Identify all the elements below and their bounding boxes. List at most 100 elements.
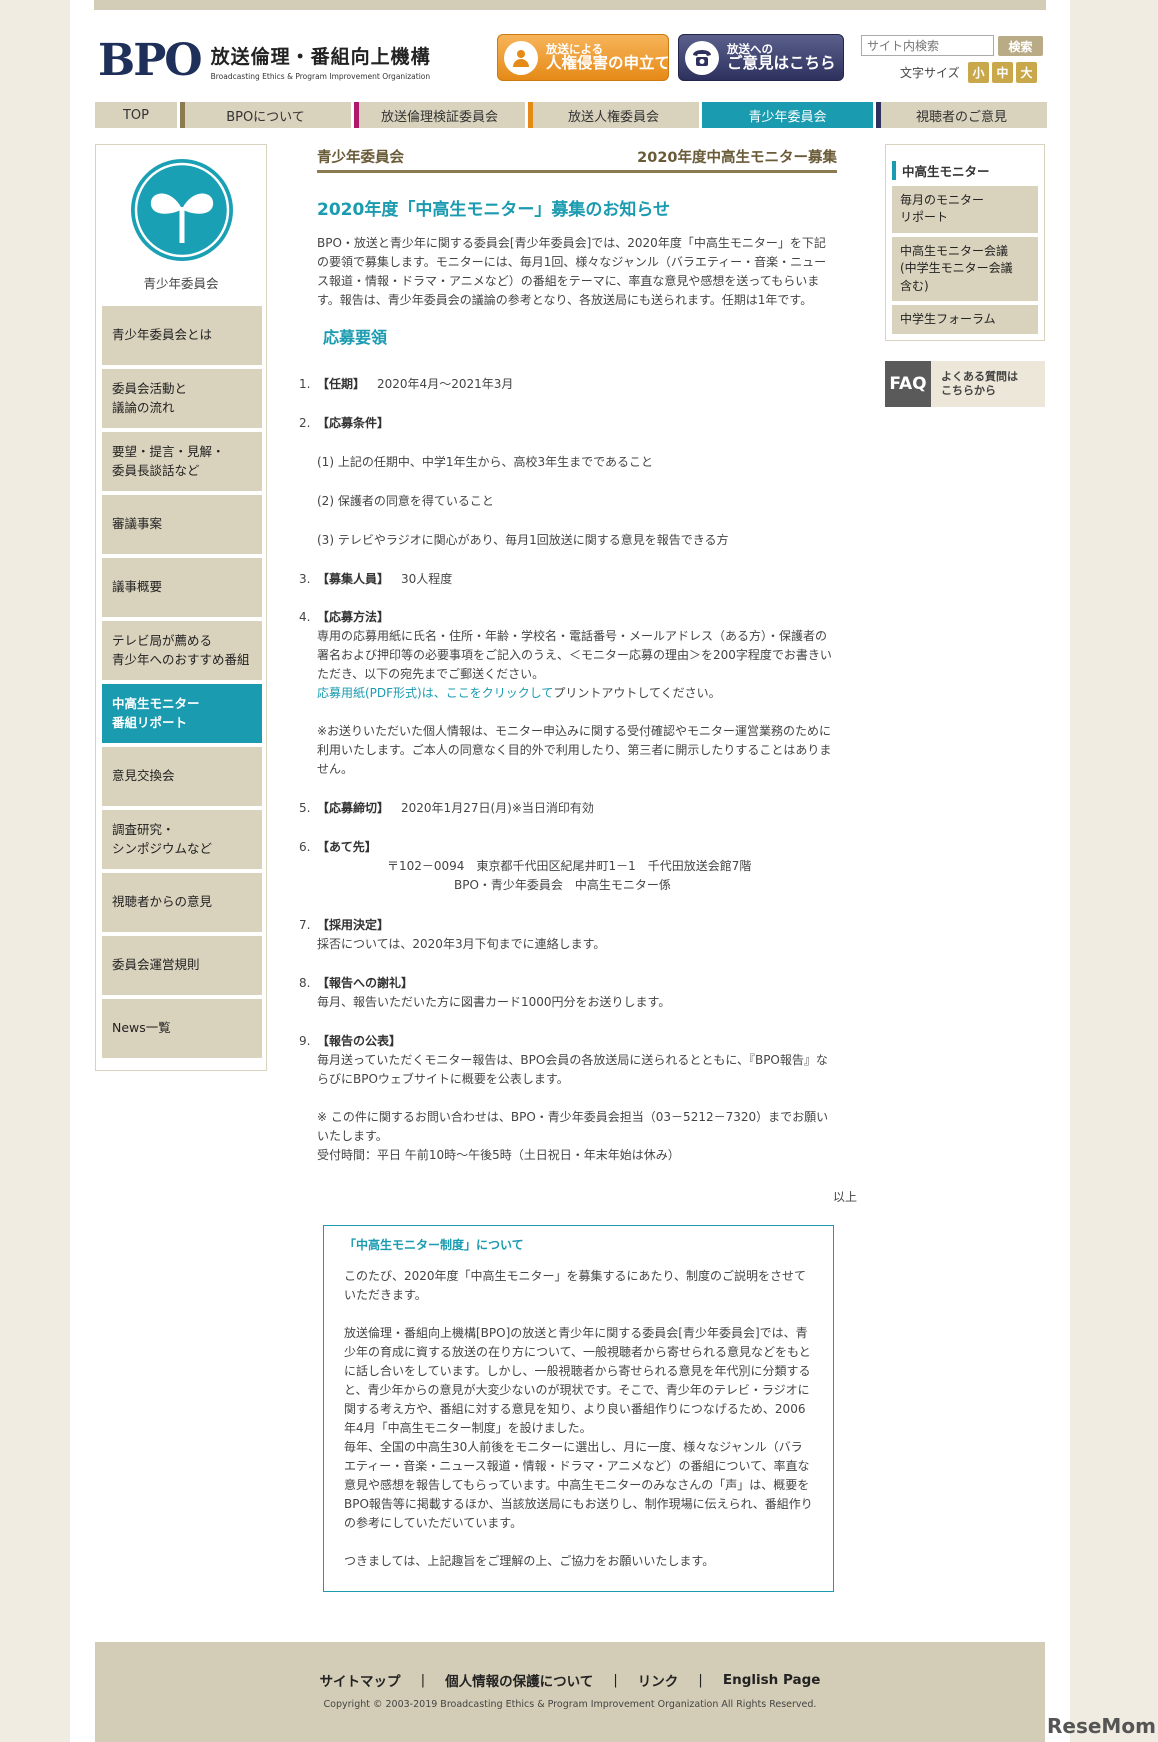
footer-link-sitemap[interactable]: サイトマップ	[320, 1670, 401, 1690]
top-bar	[94, 0, 1046, 10]
right-item-monthly-reports[interactable]: 毎月のモニター リポート	[892, 186, 1038, 233]
item-selection: 7. 【採用決定】 採否については、2020年3月下旬までに連絡します。	[299, 916, 859, 954]
font-size-large-button[interactable]: 大	[1016, 62, 1037, 83]
item-label: 【応募条件】	[317, 416, 390, 430]
item-label: 【募集人員】	[317, 572, 390, 586]
sidebar-item-exchange-meetings[interactable]: 意見交換会	[102, 747, 262, 806]
item-number: 3.	[299, 572, 311, 586]
item-number: 7.	[299, 918, 311, 932]
site-search-input[interactable]	[861, 35, 994, 56]
sidebar-item-minutes[interactable]: 議事概要	[102, 558, 262, 617]
item-capacity: 3. 【募集人員】 30人程度	[299, 570, 859, 589]
footer-link-privacy[interactable]: 個人情報の保護について	[445, 1670, 593, 1690]
address-line-1: 〒102－0094 東京都千代田区紀尾井町1－1 千代田放送会館7階	[387, 859, 752, 873]
item-label: 【採用決定】	[317, 918, 390, 932]
nav-color-bar	[354, 102, 359, 128]
footer-link-links[interactable]: リンク	[638, 1670, 679, 1690]
item-value: 30人程度	[401, 572, 453, 586]
condition-2: (2) 保護者の同意を得ていること	[317, 494, 494, 508]
sidebar-item-rules[interactable]: 委員会運営規則	[102, 936, 262, 995]
application-form-pdf-link[interactable]: 応募用紙(PDF形式)は、ここをクリックして	[317, 686, 553, 700]
human-rights-complaint-text: 放送による 人権侵害の申立て	[546, 43, 668, 73]
footer-link-english[interactable]: English Page	[723, 1672, 821, 1688]
footer: サイトマップ | 個人情報の保護について | リンク | English Pag…	[95, 1642, 1045, 1742]
nav-viewer-opinions[interactable]: 視聴者のご意見	[876, 102, 1047, 128]
item-body: 毎月送っていただくモニター報告は、BPO会員の各放送局に送られるとともに、『BP…	[317, 1053, 828, 1086]
item-body: 専用の応募用紙に氏名・住所・年齢・学校名・電話番号・メールアドレス（ある方）・保…	[317, 629, 832, 681]
left-sidebar: 青少年委員会 青少年委員会とは 委員会活動と 議論の流れ 要望・提言・見解・ 委…	[95, 144, 267, 1071]
faq-banner[interactable]: FAQ よくある質問は こちらから	[885, 361, 1045, 408]
nav-ethics-committee[interactable]: 放送倫理検証委員会	[354, 102, 525, 128]
footer-separator: |	[613, 1672, 618, 1688]
item-deadline: 5. 【応募締切】 2020年1月27日(月)※当日消印有効	[299, 799, 859, 818]
font-size-medium-button[interactable]: 中	[992, 62, 1013, 83]
nav-about-bpo[interactable]: BPOについて	[180, 102, 351, 128]
copyright: Copyright © 2003-2019 Broadcasting Ethic…	[323, 1699, 817, 1710]
opinion-button[interactable]: 放送への ご意見はこちら	[678, 34, 844, 81]
logo-text: 放送倫理・番組向上機構 Broadcasting Ethics & Progra…	[211, 42, 431, 81]
sidebar-item-news[interactable]: News一覧	[102, 999, 262, 1058]
monitor-menu: 中高生モニター 毎月のモニター リポート 中高生モニター会議 (中学生モニター会…	[885, 144, 1045, 342]
nav-human-rights-committee-label: 放送人権委員会	[567, 109, 659, 125]
footer-separator: |	[420, 1672, 426, 1688]
sidebar-item-requests-proposals[interactable]: 要望・提言・見解・ 委員長談話など	[102, 432, 262, 491]
office-hours: 受付時間：平日 午前10時～午後5時（土日祝日・年末年始は休み）	[317, 1148, 680, 1162]
item-number: 4.	[299, 610, 311, 624]
lead-paragraph: BPO・放送と青少年に関する委員会[青少年委員会]では、2020年度「中高生モニ…	[317, 236, 827, 307]
left-sidebar-title: 青少年委員会	[143, 276, 219, 291]
person-icon	[504, 40, 538, 75]
right-item-junior-forum[interactable]: 中学生フォーラム	[892, 304, 1038, 335]
nav-top[interactable]: TOP	[95, 102, 177, 128]
sidebar-item-recommended-programs[interactable]: テレビ局が薦める 青少年へのおすすめ番組	[102, 621, 262, 680]
item-application-method: 4. 【応募方法】 専用の応募用紙に氏名・住所・年齢・学校名・電話番号・メールア…	[299, 608, 859, 779]
faq-text: よくある質問は こちらから	[941, 369, 1018, 398]
nav-human-rights-committee[interactable]: 放送人権委員会	[528, 102, 699, 128]
nav-viewer-opinions-label: 視聴者のご意見	[915, 109, 1007, 125]
nav-youth-committee-label: 青少年委員会	[748, 109, 827, 125]
font-size-small-button[interactable]: 小	[968, 62, 989, 83]
search-button[interactable]: 検索	[998, 36, 1043, 56]
sidebar-item-about-committee[interactable]: 青少年委員会とは	[102, 306, 262, 365]
item-reward: 8. 【報告への謝礼】 毎月、報告いただいた方に図書カード1000円分をお送りし…	[299, 974, 859, 1012]
right-sidebar-title: 中高生モニター	[892, 161, 1038, 180]
logo-mark: BPO	[98, 35, 203, 86]
item-address: 6. 【あて先】 〒102－0094 東京都千代田区紀尾井町1－1 千代田放送会…	[299, 838, 859, 895]
item-publication: 9. 【報告の公表】 毎月送っていただくモニター報告は、BPO会員の各放送局に送…	[299, 1032, 859, 1165]
condition-1: (1) 上記の任期中、中学1年生から、高校3年生までであること	[317, 455, 653, 469]
item-body: 採否については、2020年3月下旬までに連絡します。	[317, 937, 606, 951]
item-label: 【報告の公表】	[317, 1034, 402, 1048]
telephone-icon	[685, 40, 719, 75]
opinion-line2: ご意見はこちら	[727, 54, 836, 73]
nav-ethics-committee-label: 放送倫理検証委員会	[380, 109, 498, 125]
main-content: 青少年委員会 2020年度中高生モニター募集 2020年度「中高生モニター」募集…	[299, 146, 907, 1592]
box-paragraph-2: 放送倫理・番組向上機構[BPO]の放送と青少年に関する委員会[青少年委員会]では…	[344, 1326, 811, 1435]
item-number: 1.	[299, 377, 311, 391]
pdf-link-line: 応募用紙(PDF形式)は、ここをクリックしてプリントアウトしてください。	[317, 684, 837, 703]
nav-youth-committee[interactable]: 青少年委員会	[702, 102, 873, 128]
item-body: 毎月、報告いただいた方に図書カード1000円分をお送りします。	[317, 995, 671, 1009]
footer-separator: |	[698, 1672, 703, 1688]
nav-about-bpo-label: BPOについて	[226, 109, 305, 125]
sidebar-item-cases[interactable]: 審議事案	[102, 495, 262, 554]
sidebar-item-viewer-opinions[interactable]: 視聴者からの意見	[102, 873, 262, 932]
contact-info: ※ この件に関するお問い合わせは、BPO・青少年委員会担当（03－5212－73…	[317, 1110, 829, 1143]
item-label: 【報告への謝礼】	[317, 976, 414, 990]
box-paragraph-1: このたび、2020年度「中高生モニター」を募集するにあたり、制度のご説明をさせて…	[344, 1269, 807, 1302]
sidebar-item-activities[interactable]: 委員会活動と 議論の流れ	[102, 369, 262, 428]
item-label: 【応募方法】	[317, 610, 390, 624]
youth-committee-emblem	[131, 159, 233, 261]
right-item-monitor-meetings[interactable]: 中高生モニター会議 (中学生モニター会議 含む)	[892, 236, 1038, 301]
box-title: 「中高生モニター制度」について	[344, 1238, 524, 1252]
item-label: 【任期】	[317, 377, 366, 391]
resemom-watermark: ReseMom	[1047, 1714, 1156, 1738]
item-number: 6.	[299, 840, 311, 854]
section-title: 応募要領	[323, 328, 388, 347]
nav-top-label: TOP	[122, 107, 149, 123]
logo-jp: 放送倫理・番組向上機構	[210, 45, 431, 68]
sidebar-item-research[interactable]: 調査研究・ シンポジウムなど	[102, 810, 262, 869]
human-rights-complaint-button[interactable]: 放送による 人権侵害の申立て	[497, 34, 669, 81]
logo[interactable]: BPO 放送倫理・番組向上機構 Broadcasting Ethics & Pr…	[98, 35, 430, 86]
closing-mark: 以上	[832, 1190, 857, 1204]
item-value: 2020年1月27日(月)※当日消印有効	[401, 801, 594, 815]
sidebar-item-monitor-reports[interactable]: 中高生モニター 番組リポート	[102, 684, 262, 743]
